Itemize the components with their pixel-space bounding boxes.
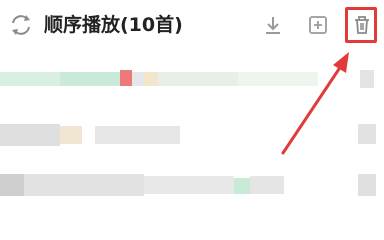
download-icon (266, 17, 280, 34)
download-button[interactable] (258, 10, 288, 40)
play-mode-title[interactable]: 顺序播放(10首) (44, 12, 183, 38)
list-item[interactable] (0, 60, 384, 100)
playlist-header: 顺序播放(10首) (0, 0, 384, 52)
list-item[interactable] (0, 118, 384, 158)
loop-icon[interactable] (8, 12, 34, 38)
add-to-list-icon (309, 16, 327, 34)
add-to-list-button[interactable] (303, 10, 333, 40)
list-item[interactable] (0, 168, 384, 208)
highlight-box (345, 7, 377, 43)
